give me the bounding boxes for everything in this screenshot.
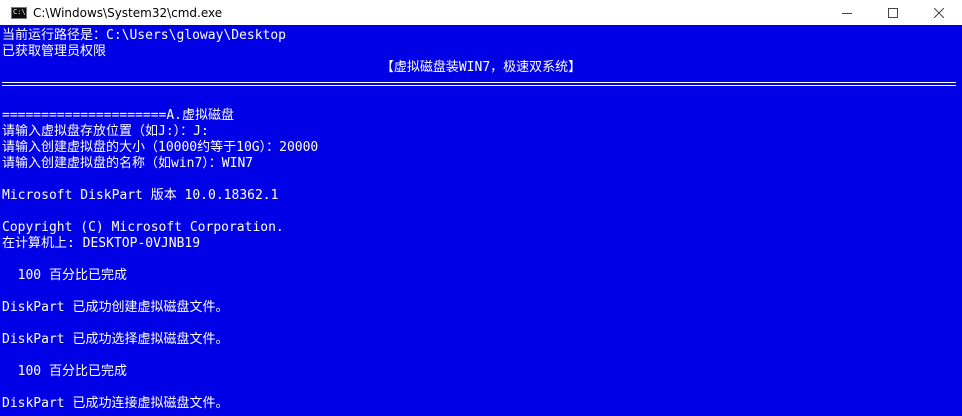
- progress-line-2: 100 百分比已完成: [2, 364, 127, 379]
- cmd-icon: C:\: [11, 6, 27, 19]
- title-bar[interactable]: C:\ C:\Windows\System32\cmd.exe: [0, 0, 962, 25]
- diskpart-version-line: Microsoft DiskPart 版本 10.0.18362.1: [2, 188, 279, 203]
- computer-line: 在计算机上: DESKTOP-0VJNB19: [2, 236, 201, 251]
- copyright-line: Copyright (C) Microsoft Corporation.: [2, 220, 284, 235]
- section-header: =====================A.虚拟磁盘: [2, 108, 235, 123]
- close-icon: [934, 7, 944, 18]
- banner-title: 【虚拟磁盘装WIN7，极速双系统】: [380, 60, 582, 75]
- selected-line: DiskPart 已成功选择虚拟磁盘文件。: [2, 332, 229, 347]
- prompt-size: 请输入创建虚拟盘的大小（10000约等于10G）：20000: [2, 140, 319, 155]
- maximize-button[interactable]: [870, 0, 916, 25]
- minimize-icon: [842, 12, 852, 14]
- attached-line: DiskPart 已成功连接虚拟磁盘文件。: [2, 396, 229, 411]
- cmd-icon-prompt: C:\: [13, 7, 26, 16]
- close-button[interactable]: [916, 0, 962, 25]
- minimize-button[interactable]: [824, 0, 870, 25]
- console-output[interactable]: 当前运行路径是：C:\Users\gloway\Desktop 已获取管理员权限…: [0, 25, 962, 416]
- window-title: C:\Windows\System32\cmd.exe: [33, 5, 223, 20]
- progress-line: 100 百分比已完成: [2, 268, 127, 283]
- created-line: DiskPart 已成功创建虚拟磁盘文件。: [2, 300, 229, 315]
- current-path-line: 当前运行路径是：C:\Users\gloway\Desktop: [2, 28, 287, 43]
- prompt-location: 请输入虚拟盘存放位置（如J:）：J:: [2, 124, 209, 139]
- admin-privilege-line: 已获取管理员权限: [2, 44, 107, 59]
- window-controls: [824, 0, 962, 25]
- cmd-window: C:\ C:\Windows\System32\cmd.exe 当前运行路径是：…: [0, 0, 962, 416]
- maximize-icon: [888, 7, 898, 18]
- prompt-name: 请输入创建虚拟盘的名称（如win7）：WIN7: [2, 156, 254, 171]
- separator-rule: [2, 76, 956, 92]
